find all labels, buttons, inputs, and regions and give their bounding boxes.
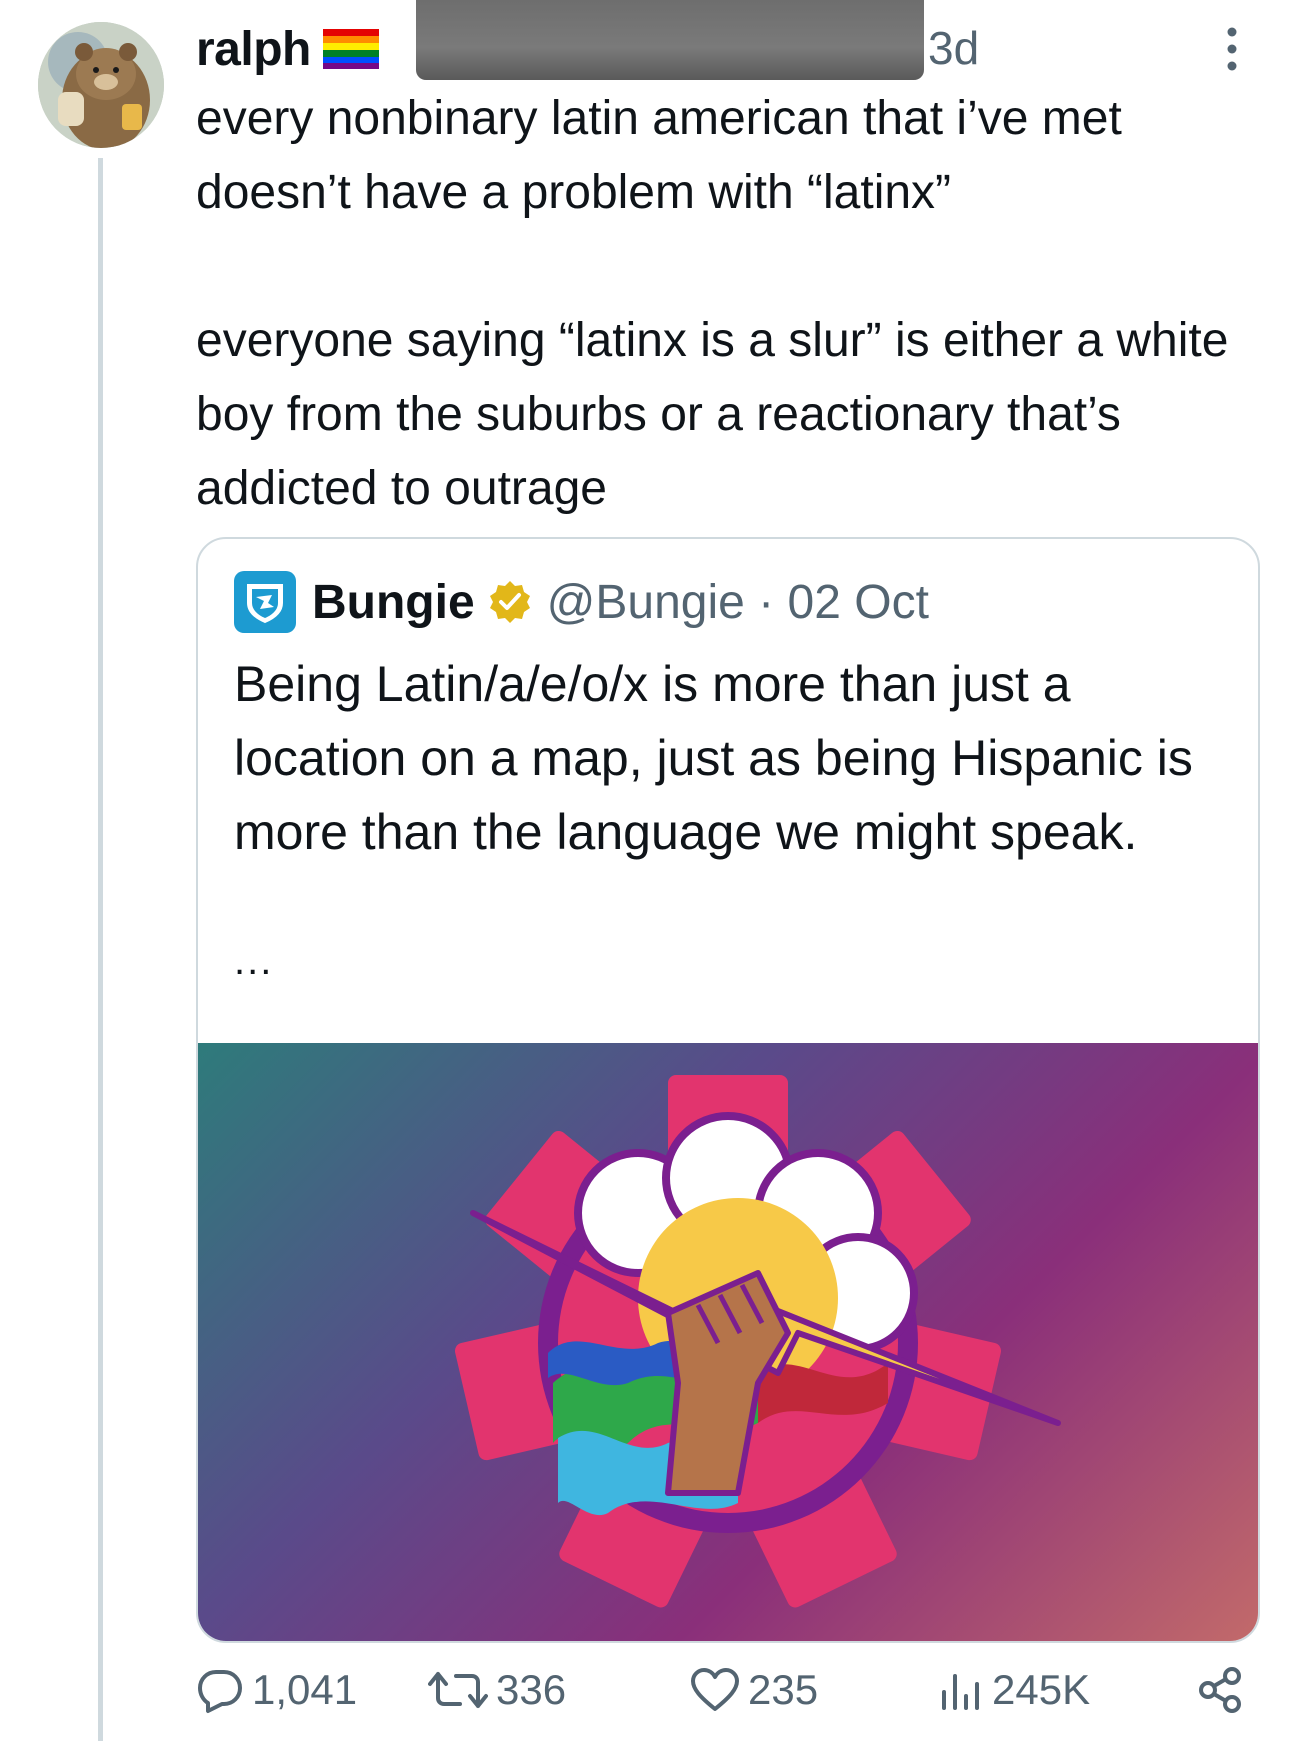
heart-icon (691, 1668, 739, 1711)
views-button[interactable]: 245K (936, 1660, 1090, 1720)
quoted-handle-date: @Bungie · 02 Oct (546, 575, 929, 629)
tweet-actions: 1,041 336 235 245K (196, 1660, 1256, 1720)
quoted-tweet-image[interactable] (198, 1043, 1258, 1641)
redacted-handle (416, 0, 924, 80)
quoted-tweet-text: Being Latin/a/e/o/x is more than just a … (234, 656, 1193, 860)
thread-line (98, 158, 103, 1741)
reply-button[interactable]: 1,041 (196, 1660, 357, 1720)
verified-badge-icon (489, 581, 530, 623)
bungie-logo-icon (247, 584, 283, 624)
user-avatar[interactable] (38, 22, 164, 148)
more-options-icon[interactable] (1220, 26, 1244, 72)
bungie-avatar[interactable] (234, 571, 296, 633)
heritage-emblem-icon (454, 1075, 1061, 1608)
quoted-display-name[interactable]: Bungie (312, 575, 475, 630)
share-button[interactable] (1196, 1660, 1254, 1720)
like-button[interactable]: 235 (690, 1660, 818, 1720)
repost-icon (428, 1672, 488, 1708)
timestamp[interactable]: 3d (928, 18, 979, 78)
tweet-header: ralph (196, 14, 379, 84)
display-name[interactable]: ralph (196, 22, 311, 77)
views-icon (942, 1674, 979, 1710)
reply-count: 1,041 (252, 1666, 358, 1713)
repost-count: 336 (496, 1666, 567, 1713)
view-count: 245K (992, 1666, 1091, 1713)
reply-icon (198, 1670, 242, 1713)
quoted-tweet-header: Bungie @Bungie · 02 Oct (234, 567, 929, 637)
rainbow-flag-icon (322, 29, 379, 69)
avatar-illustration-icon (38, 22, 164, 148)
tweet: ralph 3d every nonbinary latin american … (0, 0, 1296, 1741)
share-icon (1199, 1667, 1241, 1713)
quoted-text-ellipsis: ... (234, 939, 274, 983)
quoted-tweet[interactable]: Bungie @Bungie · 02 Oct Being Latin/a/e/… (196, 537, 1260, 1643)
repost-button[interactable]: 336 (428, 1660, 566, 1720)
like-count: 235 (748, 1666, 819, 1713)
tweet-text: every nonbinary latin american that i’ve… (196, 92, 1229, 515)
